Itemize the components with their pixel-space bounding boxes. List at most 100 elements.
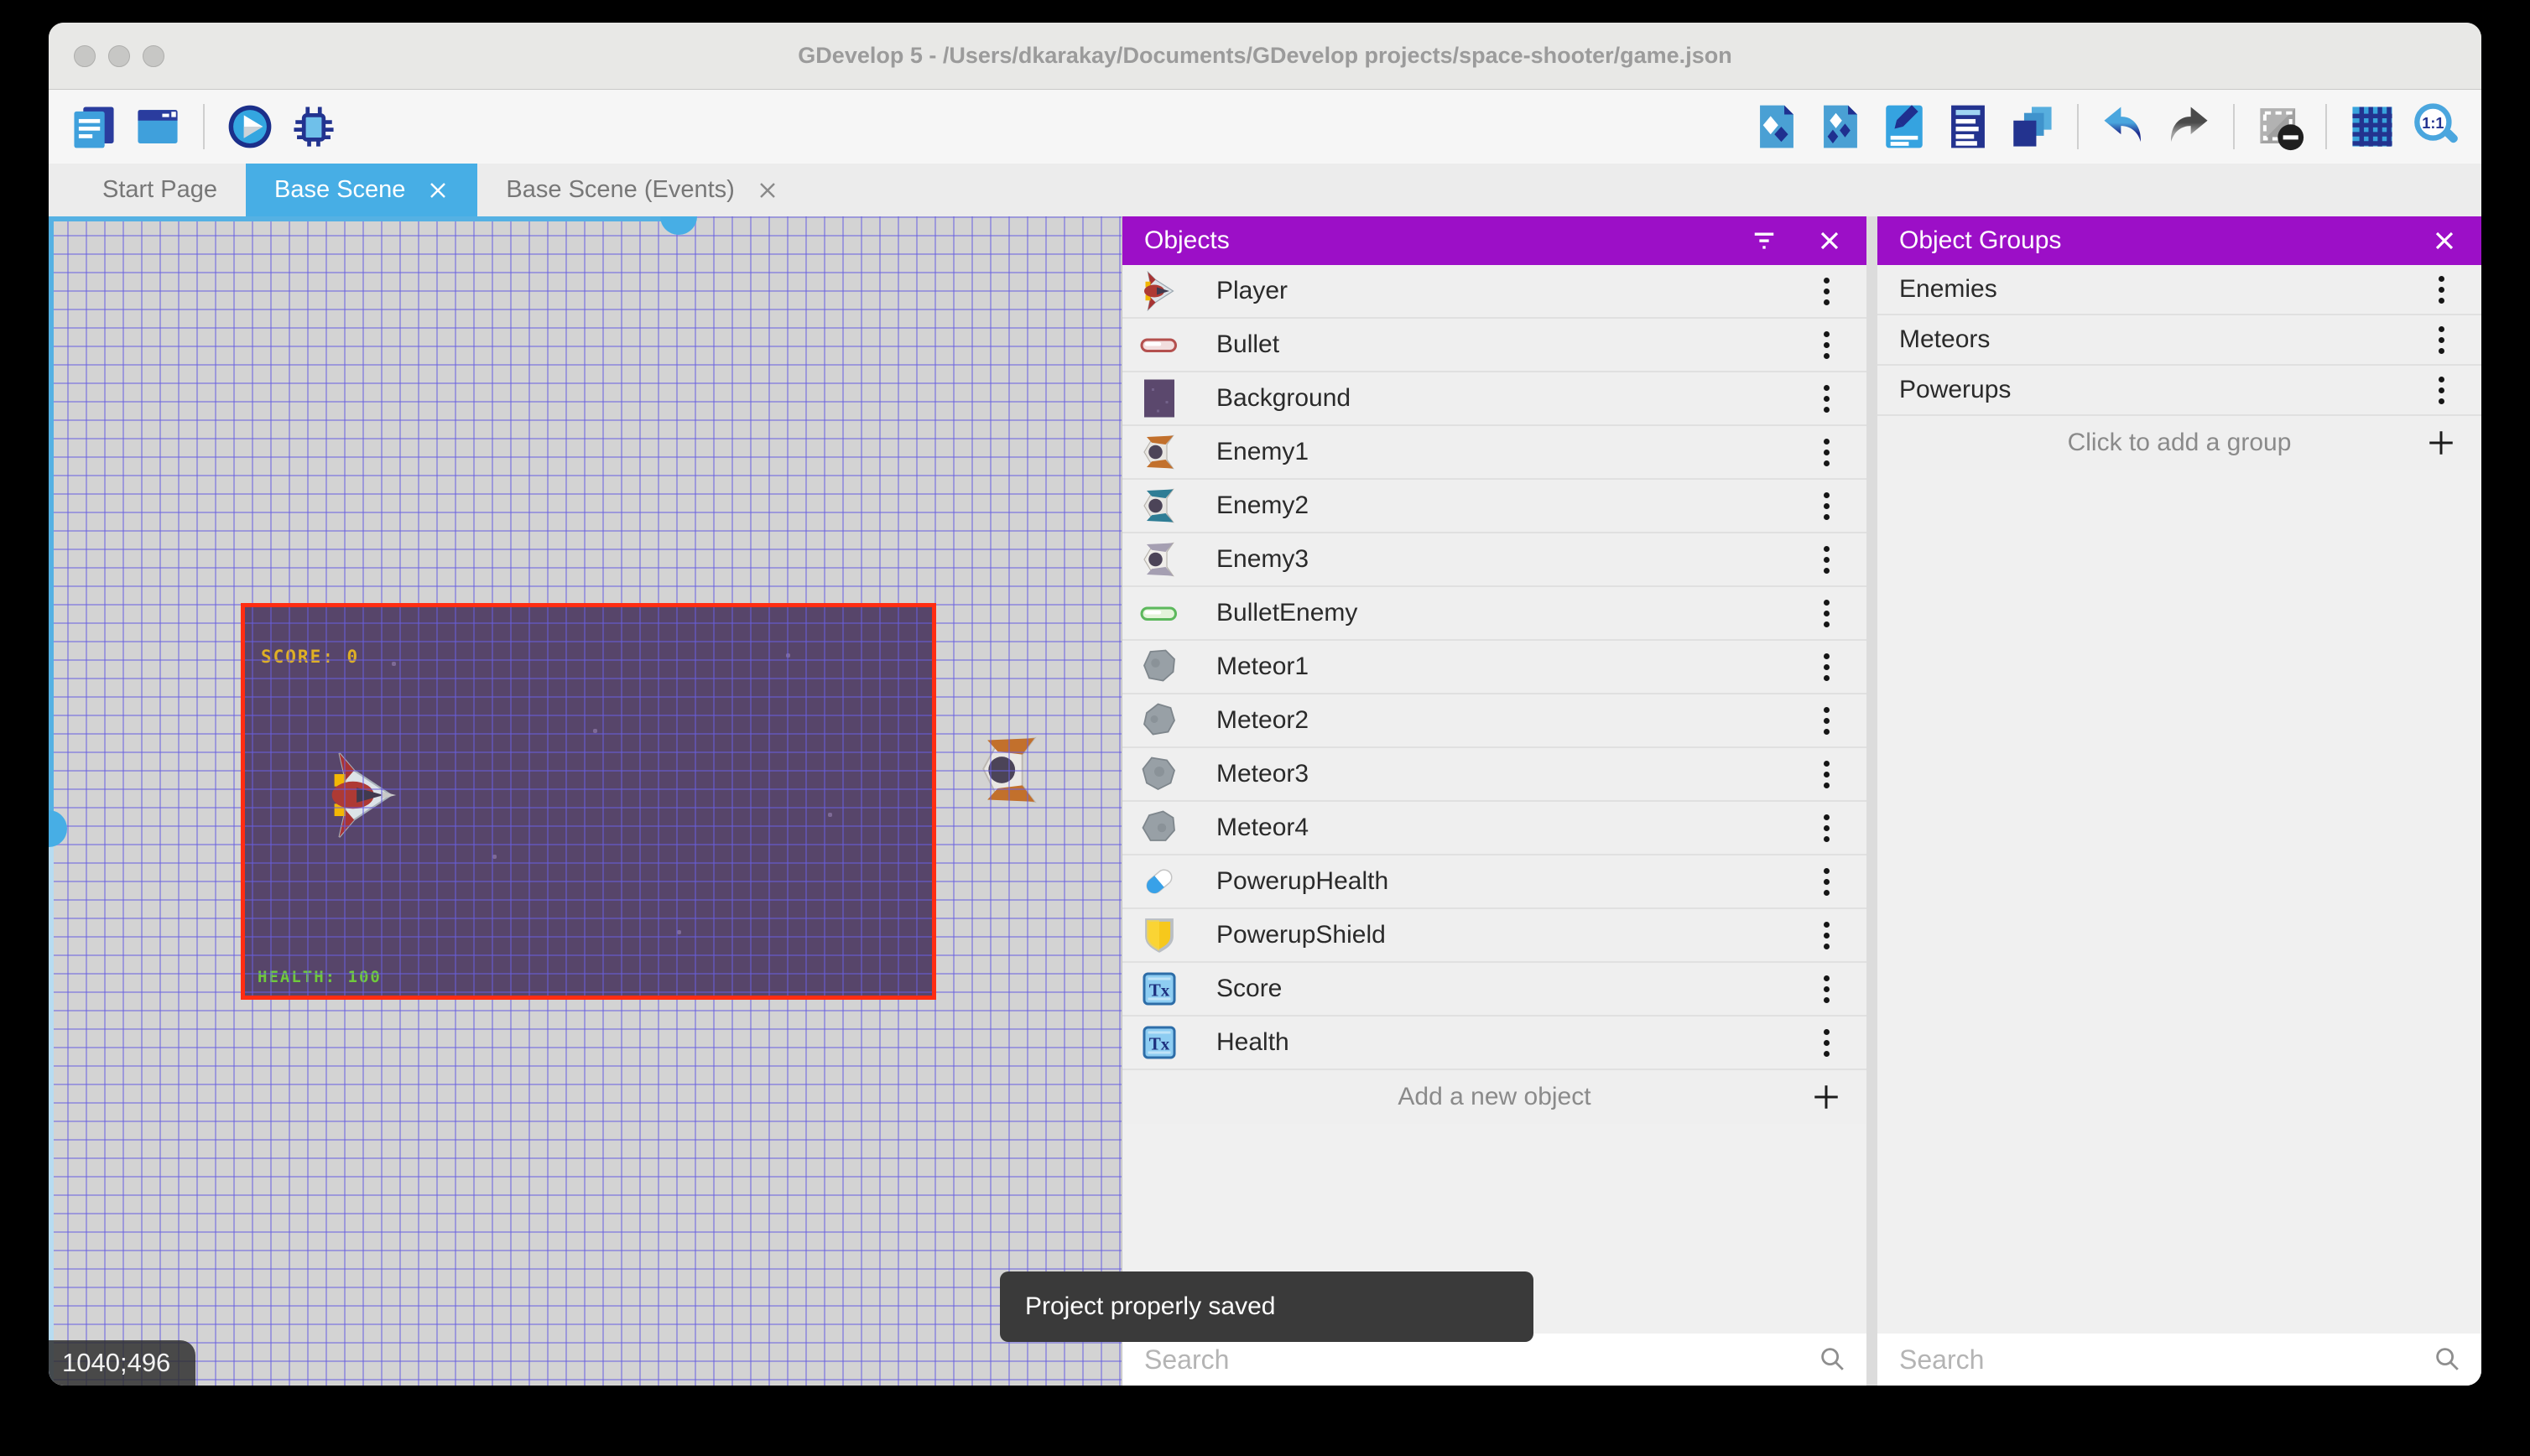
object-menu-icon[interactable]	[1801, 385, 1851, 413]
titlebar: GDevelop 5 - /Users/dkarakay/Documents/G…	[49, 23, 2481, 90]
open-layers-editor-icon[interactable]	[2007, 101, 2057, 152]
start-preview-icon[interactable]	[225, 101, 275, 152]
bulletenemy-thumbnail-icon	[1139, 593, 1179, 633]
object-menu-icon[interactable]	[1801, 1029, 1851, 1057]
object-row-bulletenemy[interactable]: BulletEnemy	[1122, 587, 1866, 641]
add-group-row[interactable]: Click to add a group	[1877, 416, 2481, 470]
object-row-enemy2[interactable]: Enemy2	[1122, 480, 1866, 533]
tab-start-page[interactable]: Start Page	[74, 164, 246, 216]
object-row-enemy1[interactable]: Enemy1	[1122, 426, 1866, 480]
object-menu-icon[interactable]	[1801, 922, 1851, 949]
toggle-grid-icon[interactable]	[2347, 101, 2397, 152]
object-menu-icon[interactable]	[1801, 975, 1851, 1003]
panel-divider[interactable]	[1866, 216, 1877, 1386]
bullet-thumbnail-icon	[1139, 325, 1179, 365]
group-label: Meteors	[1899, 325, 2416, 354]
object-row-background[interactable]: Background	[1122, 372, 1866, 426]
objects-panel: Objects Player Bullet Background	[1122, 216, 1866, 1386]
project-manager-icon[interactable]	[69, 101, 119, 152]
open-object-groups-editor-icon[interactable]	[1815, 101, 1866, 152]
object-label: Background	[1216, 384, 1801, 413]
object-menu-icon[interactable]	[1801, 868, 1851, 896]
object-label: Health	[1216, 1028, 1801, 1057]
filter-icon[interactable]	[1749, 226, 1779, 256]
debug-icon[interactable]	[289, 101, 339, 152]
horizontal-scrollbar-thumb[interactable]	[660, 216, 697, 235]
close-tab-icon[interactable]	[427, 179, 449, 201]
redo-icon[interactable]	[2163, 101, 2213, 152]
object-label: Enemy2	[1216, 491, 1801, 520]
enemy-ship-instance[interactable]	[973, 731, 1047, 809]
player-thumbnail-icon	[1139, 271, 1179, 311]
object-menu-icon[interactable]	[1801, 278, 1851, 305]
undo-icon[interactable]	[2099, 101, 2149, 152]
groups-search-input[interactable]	[1877, 1344, 2433, 1375]
meteor2-thumbnail-icon	[1139, 700, 1179, 741]
object-row-meteor2[interactable]: Meteor2	[1122, 694, 1866, 748]
object-menu-icon[interactable]	[1801, 653, 1851, 681]
object-row-score[interactable]: Tx Score	[1122, 963, 1866, 1017]
player-ship-instance[interactable]	[321, 751, 402, 840]
object-menu-icon[interactable]	[1801, 331, 1851, 359]
object-menu-icon[interactable]	[1801, 814, 1851, 842]
toolbar-separator	[2325, 104, 2327, 149]
object-row-health[interactable]: Tx Health	[1122, 1017, 1866, 1070]
group-row-meteors[interactable]: Meteors	[1877, 315, 2481, 366]
toolbar-separator	[2077, 104, 2079, 149]
close-panel-icon[interactable]	[1814, 226, 1845, 256]
object-menu-icon[interactable]	[1801, 707, 1851, 735]
tab-base-scene[interactable]: Base Scene	[246, 164, 477, 216]
svg-text:Tx: Tx	[1149, 980, 1170, 1000]
tabbar: Start Page Base Scene Base Scene (Events…	[49, 164, 2481, 216]
object-row-powerupshield[interactable]: PowerupShield	[1122, 909, 1866, 963]
vertical-scrollbar-thumb[interactable]	[49, 810, 67, 847]
horizontal-scrollbar[interactable]	[49, 216, 684, 221]
object-label: Player	[1216, 277, 1801, 305]
add-icon[interactable]	[2416, 426, 2466, 460]
scene-score-text: SCORE: 0	[261, 647, 359, 667]
object-label: Enemy3	[1216, 545, 1801, 574]
object-row-poweruphealth[interactable]: PowerupHealth	[1122, 855, 1866, 909]
close-panel-icon[interactable]	[2429, 226, 2460, 256]
scene-windows-icon[interactable]	[133, 101, 183, 152]
object-row-enemy3[interactable]: Enemy3	[1122, 533, 1866, 587]
object-label: Enemy1	[1216, 438, 1801, 466]
open-instances-list-icon[interactable]	[1943, 101, 1993, 152]
group-row-enemies[interactable]: Enemies	[1877, 265, 2481, 315]
group-row-powerups[interactable]: Powerups	[1877, 366, 2481, 416]
object-menu-icon[interactable]	[1801, 439, 1851, 466]
object-row-meteor3[interactable]: Meteor3	[1122, 748, 1866, 802]
object-row-meteor1[interactable]: Meteor1	[1122, 641, 1866, 694]
toggle-window-mask-icon[interactable]	[2255, 101, 2305, 152]
vertical-scrollbar-track[interactable]	[49, 830, 54, 1386]
score-text-thumbnail-icon: Tx	[1139, 969, 1179, 1009]
object-groups-panel: Object Groups Enemies Meteors Powerups C…	[1877, 216, 2481, 1386]
powerupshield-thumbnail-icon	[1139, 915, 1179, 955]
group-menu-icon[interactable]	[2416, 326, 2466, 354]
meteor1-thumbnail-icon	[1139, 647, 1179, 687]
window-title: GDevelop 5 - /Users/dkarakay/Documents/G…	[49, 43, 2481, 69]
zoom-original-icon[interactable]: 1:1	[2411, 101, 2461, 152]
object-label: PowerupShield	[1216, 921, 1801, 949]
object-row-player[interactable]: Player	[1122, 265, 1866, 319]
object-menu-icon[interactable]	[1801, 600, 1851, 627]
object-menu-icon[interactable]	[1801, 492, 1851, 520]
open-objects-editor-icon[interactable]	[1752, 101, 1802, 152]
vertical-scrollbar[interactable]	[49, 216, 54, 830]
object-row-meteor4[interactable]: Meteor4	[1122, 802, 1866, 855]
gdevelop-window: GDevelop 5 - /Users/dkarakay/Documents/G…	[49, 23, 2481, 1386]
objects-search-input[interactable]	[1122, 1344, 1818, 1375]
group-menu-icon[interactable]	[2416, 377, 2466, 404]
close-tab-icon[interactable]	[757, 179, 778, 201]
add-icon[interactable]	[1801, 1080, 1851, 1114]
object-menu-icon[interactable]	[1801, 546, 1851, 574]
toast-notification: Project properly saved	[1000, 1271, 1533, 1342]
meteor4-thumbnail-icon	[1139, 808, 1179, 848]
object-row-bullet[interactable]: Bullet	[1122, 319, 1866, 372]
scene-editor-canvas[interactable]: SCORE: 0 HEALTH: 100	[49, 216, 1122, 1386]
open-properties-icon[interactable]	[1879, 101, 1929, 152]
add-object-row[interactable]: Add a new object	[1122, 1070, 1866, 1124]
group-menu-icon[interactable]	[2416, 276, 2466, 304]
object-menu-icon[interactable]	[1801, 761, 1851, 788]
tab-base-scene-events[interactable]: Base Scene (Events)	[477, 164, 806, 216]
